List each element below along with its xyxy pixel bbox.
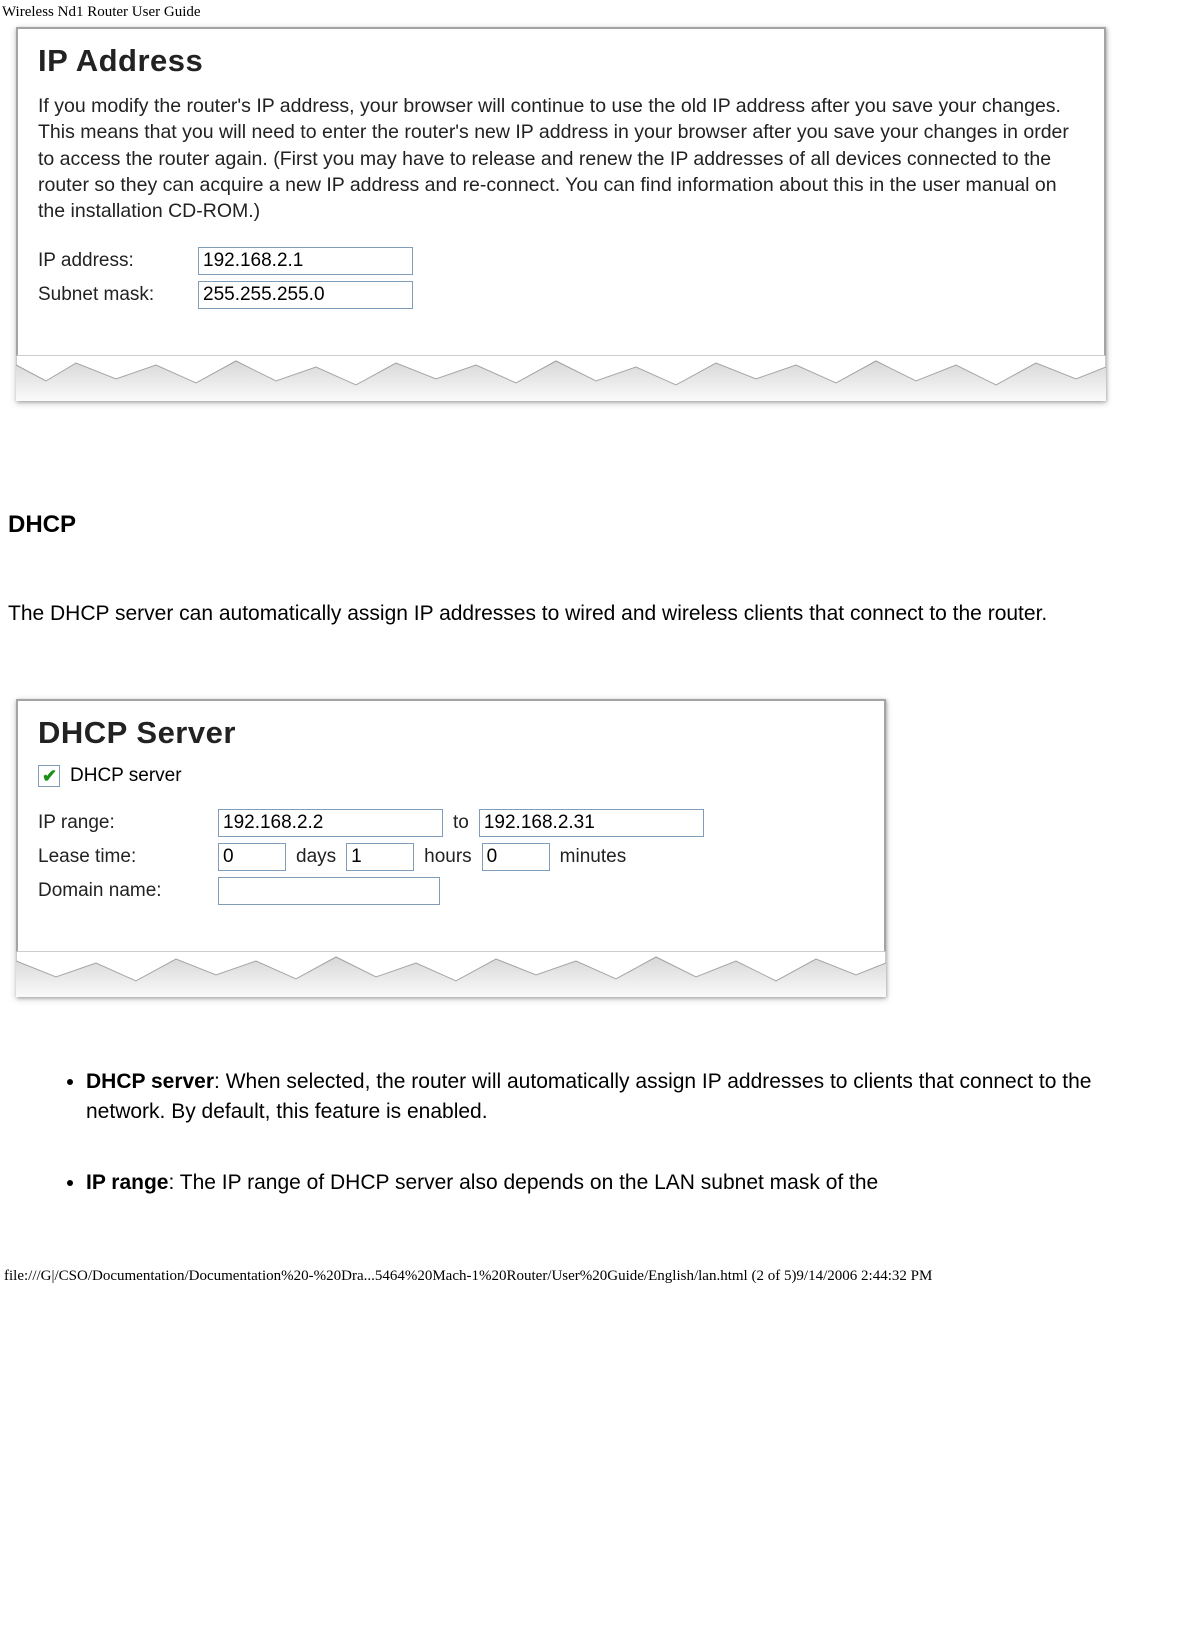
domain-name-input[interactable] <box>218 877 440 905</box>
list-item: DHCP server: When selected, the router w… <box>86 1067 1166 1128</box>
ip-range-to-input[interactable] <box>479 809 704 837</box>
lease-days-label: days <box>296 846 336 868</box>
ip-address-screenshot: IP Address If you modify the router's IP… <box>16 27 1106 401</box>
dhcp-server-checkbox-label: DHCP server <box>70 765 182 787</box>
ip-range-label: IP range: <box>38 812 218 834</box>
bullet-list: DHCP server: When selected, the router w… <box>8 1067 1179 1198</box>
dhcp-heading: DHCP <box>8 511 1179 539</box>
dhcp-server-checkbox[interactable]: ✔ <box>38 765 60 787</box>
domain-name-label: Domain name: <box>38 880 218 902</box>
lease-hours-label: hours <box>424 846 472 868</box>
check-icon: ✔ <box>42 766 57 787</box>
bullet-text: : The IP range of DHCP server also depen… <box>168 1171 878 1194</box>
lease-days-input[interactable] <box>218 843 286 871</box>
ip-address-input[interactable] <box>198 247 413 275</box>
lease-minutes-label: minutes <box>560 846 627 868</box>
dhcp-intro-paragraph: The DHCP server can automatically assign… <box>8 599 1168 629</box>
page-footer: file:///G|/CSO/Documentation/Documentati… <box>0 1238 1187 1289</box>
lease-hours-input[interactable] <box>346 843 414 871</box>
ip-address-label: IP address: <box>38 250 198 272</box>
dhcp-server-screenshot: DHCP Server ✔ DHCP server IP range: to L… <box>16 699 886 997</box>
lease-minutes-input[interactable] <box>482 843 550 871</box>
subnet-mask-input[interactable] <box>198 281 413 309</box>
bullet-term: DHCP server <box>86 1070 214 1093</box>
ip-panel-description: If you modify the router's IP address, y… <box>38 93 1084 225</box>
bullet-text: : When selected, the router will automat… <box>86 1070 1091 1123</box>
ip-range-from-input[interactable] <box>218 809 443 837</box>
dhcp-panel-title: DHCP Server <box>38 715 864 751</box>
lease-time-label: Lease time: <box>38 846 218 868</box>
list-item: IP range: The IP range of DHCP server al… <box>86 1168 1166 1198</box>
ip-range-to-label: to <box>453 812 469 834</box>
subnet-mask-label: Subnet mask: <box>38 284 198 306</box>
bullet-term: IP range <box>86 1171 168 1194</box>
ip-panel-title: IP Address <box>38 43 1084 79</box>
page-header: Wireless Nd1 Router User Guide <box>0 0 1187 21</box>
